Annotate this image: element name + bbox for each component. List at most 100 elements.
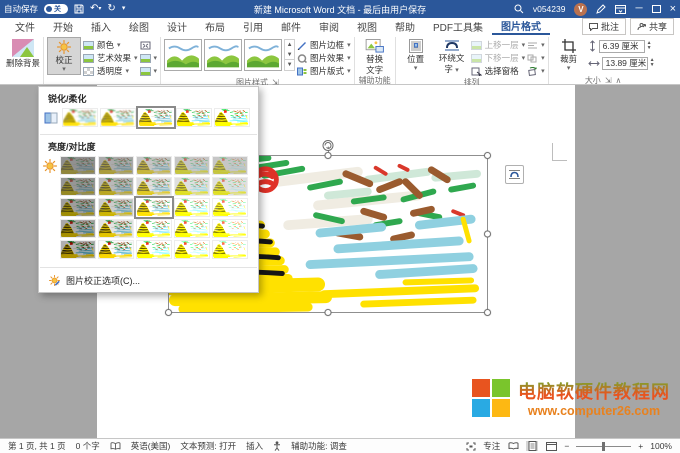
tab-设计[interactable]: 设计 xyxy=(158,18,196,35)
brightness-thumb-1-2[interactable] xyxy=(136,177,172,196)
zoom-level[interactable]: 100% xyxy=(650,441,672,451)
bring-forward-button[interactable]: 上移一层▾ xyxy=(471,39,526,51)
tab-开始[interactable]: 开始 xyxy=(44,18,82,35)
sharpen-thumb-0[interactable] xyxy=(62,108,98,127)
style-thumb-3[interactable] xyxy=(244,39,282,71)
reset-picture-button[interactable]: ▾ xyxy=(140,65,158,77)
tab-审阅[interactable]: 审阅 xyxy=(310,18,348,35)
alt-text-button[interactable]: 替换 文字 xyxy=(358,37,392,75)
tab-绘图[interactable]: 绘图 xyxy=(120,18,158,35)
gallery-up-arrow[interactable]: ▲ xyxy=(285,40,294,50)
artistic-effects-button[interactable]: 艺术效果▾ xyxy=(83,52,138,64)
brightness-thumb-0-2[interactable] xyxy=(136,156,172,175)
style-thumb-2[interactable] xyxy=(204,39,242,71)
text-prediction[interactable]: 文本预测: 打开 xyxy=(180,440,236,452)
redo-icon[interactable]: ↻ xyxy=(107,4,115,14)
brightness-thumb-2-4[interactable] xyxy=(212,198,248,217)
tab-邮件[interactable]: 邮件 xyxy=(272,18,310,35)
rotate-button[interactable]: ▾ xyxy=(527,65,545,77)
selection-pane-button[interactable]: 选择窗格 xyxy=(471,65,526,77)
color-button[interactable]: 颜色▾ xyxy=(83,39,138,51)
tab-引用[interactable]: 引用 xyxy=(234,18,272,35)
brightness-thumb-4-0[interactable] xyxy=(60,240,96,259)
brightness-thumb-0-4[interactable] xyxy=(212,156,248,175)
handle-top-center[interactable] xyxy=(325,152,332,159)
brightness-thumb-1-1[interactable] xyxy=(98,177,134,196)
share-button[interactable]: 共享 xyxy=(630,18,674,35)
tab-PDF工具集[interactable]: PDF工具集 xyxy=(424,18,492,35)
brightness-thumb-3-1[interactable] xyxy=(98,219,134,238)
word-count[interactable]: 0 个字 xyxy=(76,440,100,452)
picture-effects-button[interactable]: 图片效果▾ xyxy=(297,52,351,64)
tab-帮助[interactable]: 帮助 xyxy=(386,18,424,35)
handle-mid-right[interactable] xyxy=(484,231,491,238)
comments-button[interactable]: 批注 xyxy=(582,18,626,35)
print-layout-icon[interactable] xyxy=(526,441,538,451)
brightness-thumb-4-4[interactable] xyxy=(212,240,248,259)
brightness-thumb-4-1[interactable] xyxy=(98,240,134,259)
close-button[interactable]: × xyxy=(670,4,676,14)
sharpen-thumb-1[interactable] xyxy=(100,108,136,127)
undo-icon[interactable]: ↶▾ xyxy=(90,4,101,14)
picture-border-button[interactable]: 图片边框▾ xyxy=(297,39,351,51)
autosave-toggle[interactable]: 关 xyxy=(44,4,68,14)
brightness-thumb-1-0[interactable] xyxy=(60,177,96,196)
handle-bottom-right[interactable] xyxy=(484,309,491,316)
restore-button[interactable] xyxy=(652,5,661,13)
tab-布局[interactable]: 布局 xyxy=(196,18,234,35)
picture-corrections-options-item[interactable]: 图片校正选项(C)... xyxy=(39,270,258,292)
handle-bottom-center[interactable] xyxy=(325,309,332,316)
layout-options-button[interactable] xyxy=(505,165,524,184)
change-picture-button[interactable]: ▾ xyxy=(140,52,158,64)
ribbon-options-icon[interactable] xyxy=(615,5,626,14)
qat-customize-icon[interactable]: ▾ xyxy=(122,4,126,14)
crop-button[interactable]: 裁剪 ▾ xyxy=(552,37,586,75)
transparency-button[interactable]: 透明度▾ xyxy=(83,65,138,77)
corrections-button[interactable]: 校正 ▾ xyxy=(47,37,81,75)
brightness-thumb-2-3[interactable] xyxy=(174,198,210,217)
width-stepper[interactable]: ▲▼ xyxy=(650,58,655,68)
save-icon[interactable] xyxy=(74,4,84,14)
height-value[interactable]: 6.39 厘米 xyxy=(599,40,645,53)
brightness-thumb-0-3[interactable] xyxy=(174,156,210,175)
brightness-thumb-0-0[interactable] xyxy=(60,156,96,175)
read-mode-icon[interactable] xyxy=(507,441,519,451)
sharpen-thumb-3[interactable] xyxy=(176,108,212,127)
web-layout-icon[interactable] xyxy=(545,441,557,451)
sharpen-thumb-4[interactable] xyxy=(214,108,250,127)
brightness-thumb-2-1[interactable] xyxy=(98,198,134,217)
proofing-icon[interactable] xyxy=(110,442,121,451)
brightness-thumb-1-3[interactable] xyxy=(174,177,210,196)
handle-top-right[interactable] xyxy=(484,152,491,159)
height-stepper[interactable]: ▲▼ xyxy=(647,41,652,51)
compress-picture-button[interactable] xyxy=(140,39,158,51)
brightness-thumb-3-2[interactable] xyxy=(136,219,172,238)
zoom-slider-thumb[interactable] xyxy=(602,442,605,451)
wrap-text-button[interactable]: 环绕文 字 ▾ xyxy=(435,37,469,75)
accessibility-status[interactable]: 辅助功能: 调查 xyxy=(291,440,347,452)
remove-background-button[interactable]: 删除背景 xyxy=(6,37,40,75)
zoom-slider[interactable] xyxy=(576,446,631,447)
zoom-out-button[interactable]: − xyxy=(564,441,569,451)
sharpen-thumb-2[interactable] xyxy=(138,108,174,127)
brightness-thumb-2-2[interactable] xyxy=(136,198,172,217)
brightness-thumb-1-4[interactable] xyxy=(212,177,248,196)
send-backward-button[interactable]: 下移一层▾ xyxy=(471,52,526,64)
minimize-button[interactable]: ─ xyxy=(635,4,642,14)
brightness-thumb-3-0[interactable] xyxy=(60,219,96,238)
shape-height-field[interactable]: 6.39 厘米 ▲▼ xyxy=(588,39,655,53)
tab-插入[interactable]: 插入 xyxy=(82,18,120,35)
shape-width-field[interactable]: 13.89 厘米 ▲▼ xyxy=(588,56,655,70)
style-thumb-1[interactable] xyxy=(164,39,202,71)
zoom-in-button[interactable]: + xyxy=(638,441,643,451)
brightness-thumb-4-2[interactable] xyxy=(136,240,172,259)
width-value[interactable]: 13.89 厘米 xyxy=(602,57,648,70)
tab-文件[interactable]: 文件 xyxy=(6,18,44,35)
picture-layout-button[interactable]: 图片版式▾ xyxy=(297,65,351,77)
insert-mode[interactable]: 插入 xyxy=(246,440,263,452)
avatar[interactable]: V xyxy=(574,3,587,16)
align-button[interactable]: ▾ xyxy=(527,39,545,51)
brightness-thumb-0-1[interactable] xyxy=(98,156,134,175)
tab-视图[interactable]: 视图 xyxy=(348,18,386,35)
collapse-ribbon-icon[interactable]: ∧ xyxy=(616,76,622,85)
